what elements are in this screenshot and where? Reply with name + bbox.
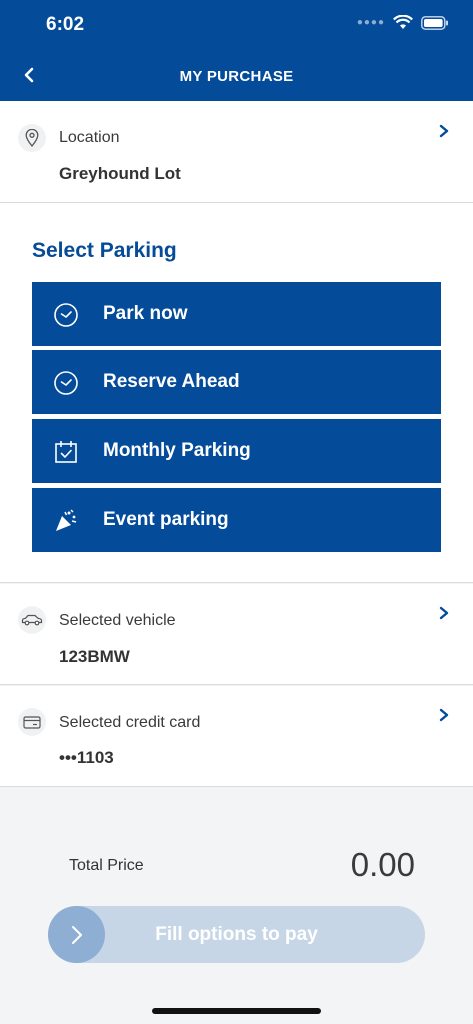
pay-slider[interactable]: Fill options to pay bbox=[48, 906, 425, 963]
pay-button-label: Fill options to pay bbox=[155, 924, 318, 945]
chevron-right-icon bbox=[439, 708, 449, 722]
page-title: MY PURCHASE bbox=[179, 68, 294, 85]
car-icon bbox=[18, 606, 46, 634]
location-pin-icon bbox=[18, 124, 46, 152]
credit-card-value: •••1103 bbox=[59, 748, 114, 767]
park-now-button[interactable]: Park now bbox=[32, 282, 441, 346]
status-icons: ●●●● bbox=[357, 15, 449, 30]
vehicle-value: 123BMW bbox=[59, 647, 130, 666]
selected-credit-card-row[interactable]: Selected credit card •••1103 bbox=[0, 686, 473, 787]
reserve-ahead-label: Reserve Ahead bbox=[103, 371, 240, 392]
signal-icon: ●●●● bbox=[356, 17, 385, 28]
party-popper-icon bbox=[53, 508, 79, 534]
monthly-parking-button[interactable]: Monthly Parking bbox=[32, 419, 441, 483]
location-value: Greyhound Lot bbox=[59, 164, 181, 183]
clock-icon bbox=[53, 302, 79, 328]
wifi-icon bbox=[393, 15, 413, 30]
select-parking-title: Select Parking bbox=[32, 239, 177, 262]
vehicle-label: Selected vehicle bbox=[59, 612, 176, 629]
select-parking-section: Select Parking Park now Reserve Ahead Mo… bbox=[0, 203, 473, 583]
app-header: 6:02 ●●●● MY PURCHASE bbox=[0, 0, 473, 101]
home-indicator bbox=[152, 1008, 321, 1014]
location-row[interactable]: Location Greyhound Lot bbox=[0, 101, 473, 203]
credit-card-icon bbox=[18, 708, 46, 736]
reserve-ahead-button[interactable]: Reserve Ahead bbox=[32, 350, 441, 414]
chevron-right-icon bbox=[439, 606, 449, 620]
chevron-right-icon bbox=[439, 124, 449, 138]
total-price-value: 0.00 bbox=[350, 846, 415, 883]
location-label: Location bbox=[59, 129, 120, 146]
selected-vehicle-row[interactable]: Selected vehicle 123BMW bbox=[0, 584, 473, 685]
calendar-check-icon bbox=[53, 439, 79, 465]
credit-card-label: Selected credit card bbox=[59, 714, 201, 731]
battery-icon bbox=[421, 15, 449, 30]
park-now-label: Park now bbox=[103, 303, 188, 324]
clock-icon bbox=[53, 370, 79, 396]
total-price-label: Total Price bbox=[69, 857, 144, 874]
status-time: 6:02 bbox=[46, 14, 85, 35]
event-parking-button[interactable]: Event parking bbox=[32, 488, 441, 552]
monthly-parking-label: Monthly Parking bbox=[103, 440, 251, 461]
event-parking-label: Event parking bbox=[103, 509, 229, 530]
